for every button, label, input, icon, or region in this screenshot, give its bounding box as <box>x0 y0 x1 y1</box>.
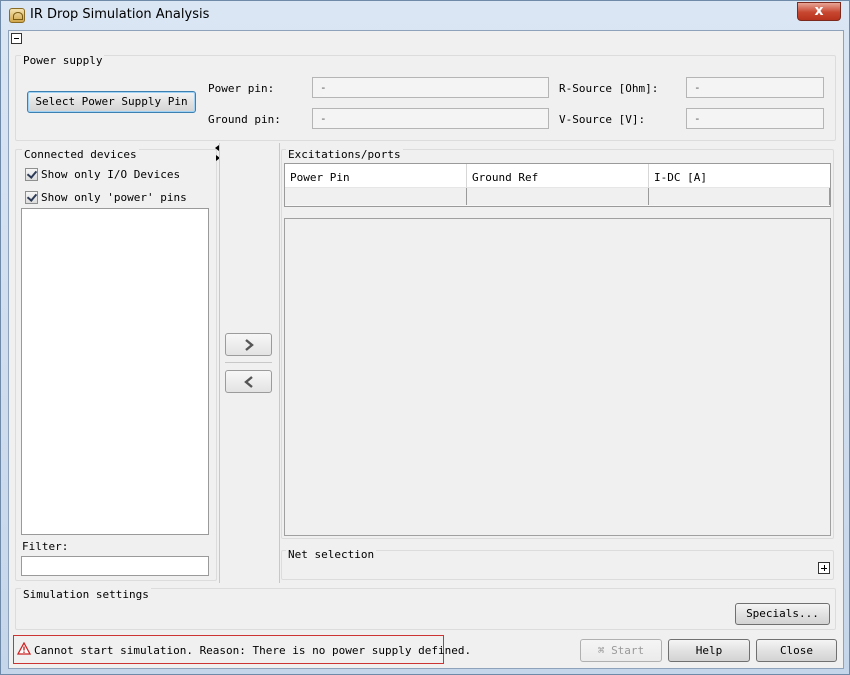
status-message-box: Cannot start simulation. Reason: There i… <box>13 635 471 664</box>
table-row-cell[interactable] <box>649 188 830 205</box>
expand-net-selection-icon[interactable] <box>818 562 830 574</box>
arrow-button-divider <box>225 362 272 363</box>
show-io-devices-label: Show only I/O Devices <box>41 168 181 181</box>
ground-pin-field[interactable]: - <box>312 108 549 129</box>
excitations-group-label: Excitations/ports <box>286 148 403 161</box>
start-button-label: Start <box>611 644 645 657</box>
window-close-button[interactable]: x <box>797 2 841 21</box>
center-column-right-border <box>279 143 280 583</box>
filter-input[interactable] <box>21 556 209 576</box>
power-pin-label: Power pin: <box>208 82 275 95</box>
power-pin-field[interactable]: - <box>312 77 549 98</box>
show-power-pins-check-icon[interactable] <box>25 190 38 204</box>
chevron-right-icon <box>245 339 254 351</box>
column-header-i-dc[interactable]: I-DC [A] <box>649 164 830 188</box>
excitations-table[interactable]: Power Pin Ground Ref I-DC [A] <box>284 163 831 207</box>
show-io-devices-checkbox[interactable]: Show only I/O Devices <box>25 167 181 182</box>
start-button[interactable]: ⌘ Start <box>580 639 662 662</box>
power-supply-group-label: Power supply <box>21 54 105 67</box>
help-button[interactable]: Help <box>668 639 750 662</box>
show-power-pins-checkbox[interactable]: Show only 'power' pins <box>25 190 187 205</box>
ir-drop-window: IR Drop Simulation Analysis x Power supp… <box>0 0 850 675</box>
ground-pin-label: Ground pin: <box>208 113 281 126</box>
start-icon: ⌘ <box>597 644 605 657</box>
connected-devices-group-label: Connected devices <box>22 148 139 161</box>
show-power-pins-label: Show only 'power' pins <box>41 191 187 204</box>
excitation-details-panel <box>284 218 831 536</box>
chevron-left-icon <box>244 376 253 388</box>
title-bar[interactable]: IR Drop Simulation Analysis x <box>1 1 849 29</box>
status-message-text: Cannot start simulation. Reason: There i… <box>34 644 472 657</box>
r-source-label: R-Source [Ohm]: <box>559 82 659 95</box>
select-power-supply-pin-button[interactable]: Select Power Supply Pin <box>27 91 196 113</box>
table-row-cell[interactable] <box>285 188 467 205</box>
v-source-field[interactable]: - <box>686 108 824 129</box>
warning-triangle-icon <box>17 642 31 655</box>
dialog-client: Power supply Select Power Supply Pin Pow… <box>8 30 844 669</box>
collapse-toggle-icon[interactable] <box>11 33 22 44</box>
move-right-button[interactable] <box>225 333 272 356</box>
app-icon <box>9 8 25 23</box>
r-source-field[interactable]: - <box>686 77 824 98</box>
column-header-ground-ref[interactable]: Ground Ref <box>467 164 649 188</box>
close-button[interactable]: Close <box>756 639 837 662</box>
center-column-left-border <box>219 143 220 583</box>
connected-devices-list[interactable] <box>21 208 209 535</box>
window-title: IR Drop Simulation Analysis <box>30 7 210 22</box>
show-io-devices-check-icon[interactable] <box>25 167 38 181</box>
specials-button[interactable]: Specials... <box>735 603 830 625</box>
v-source-label: V-Source [V]: <box>559 113 646 126</box>
table-row-cell[interactable] <box>467 188 649 205</box>
move-left-button[interactable] <box>225 370 272 393</box>
net-selection-group-label: Net selection <box>286 548 377 561</box>
column-header-power-pin[interactable]: Power Pin <box>285 164 467 188</box>
filter-label: Filter: <box>22 540 69 553</box>
simulation-settings-group-label: Simulation settings <box>21 588 151 601</box>
